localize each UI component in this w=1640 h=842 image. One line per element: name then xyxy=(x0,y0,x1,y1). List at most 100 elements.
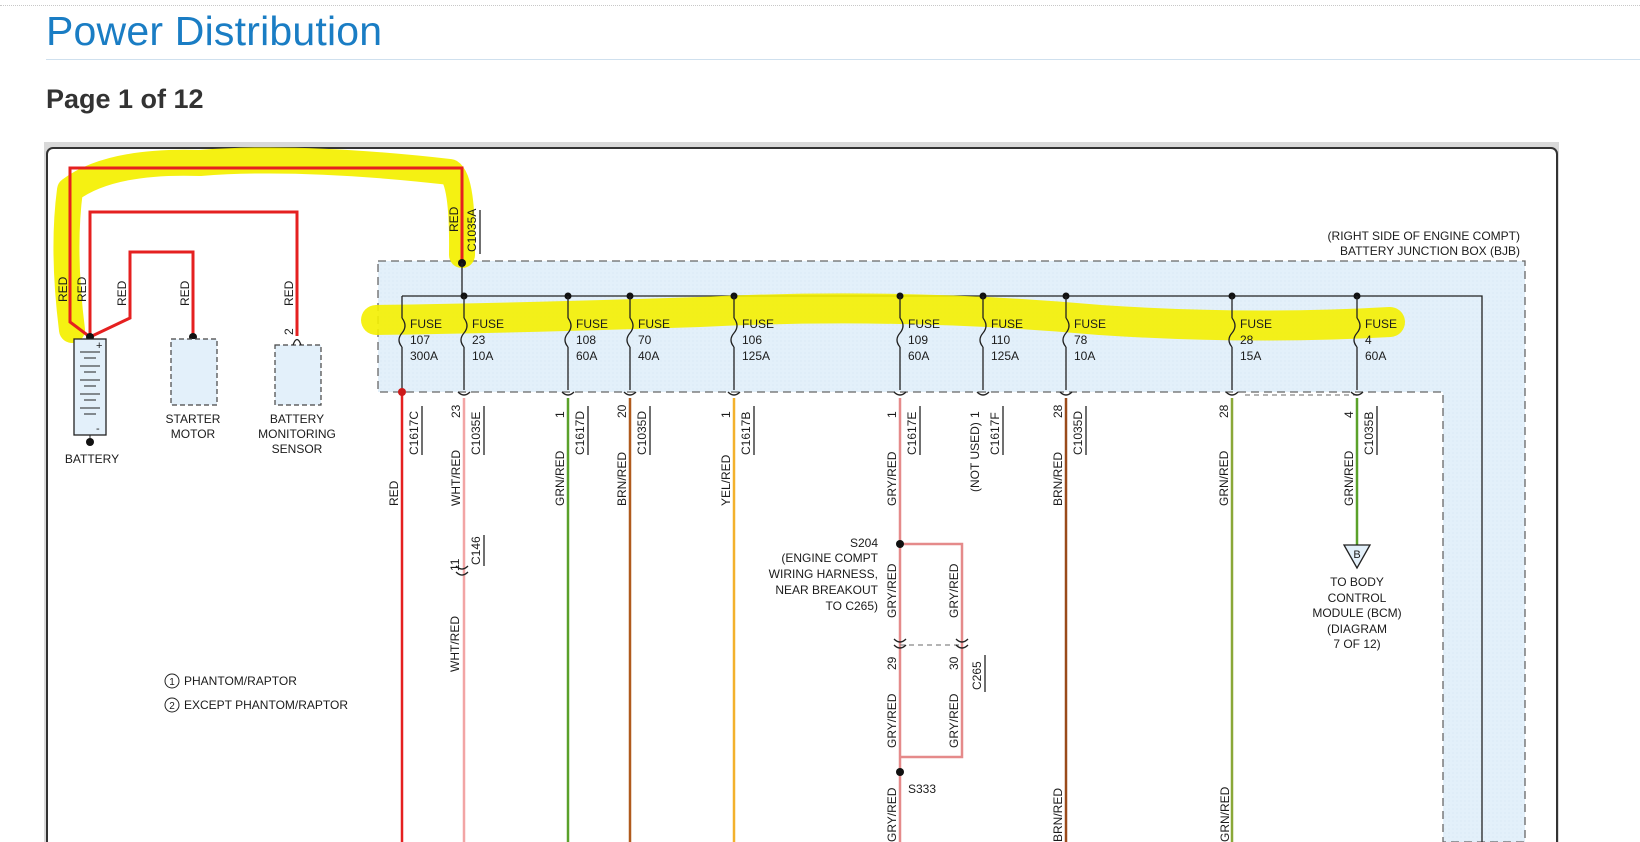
connector-name: C1035B xyxy=(1362,412,1376,455)
battery-ground-node xyxy=(86,438,94,446)
bcm-text: MODULE (BCM) xyxy=(1312,606,1401,620)
wiring-diagram: (RIGHT SIDE OF ENGINE COMPT) BATTERY JUN… xyxy=(46,147,1558,842)
s333-wire-label: GRY/RED xyxy=(885,787,899,842)
battery-symbol xyxy=(73,338,107,436)
splice-s333-node xyxy=(896,768,904,776)
highlight-fuse-row xyxy=(361,293,1405,341)
lower-wire-label: BRN/RED xyxy=(1051,788,1065,842)
fuse-rating: 60A xyxy=(908,349,929,363)
bcm-text: TO BODY xyxy=(1330,575,1384,589)
fuse-rating: 300A xyxy=(410,349,438,363)
fuse-rating: 125A xyxy=(742,349,770,363)
starter-motor-label: STARTER xyxy=(166,412,221,426)
wire-color-label: GRN/RED xyxy=(1217,450,1231,506)
connector-name: C1617B xyxy=(739,412,753,455)
wire-label-red: RED xyxy=(115,280,129,306)
feed-wire-label: RED xyxy=(447,206,461,232)
wire-color-label: BRN/RED xyxy=(615,452,629,506)
battery-minus-icon: - xyxy=(96,423,100,435)
fuse-number: 108 xyxy=(576,333,596,347)
fuse-number: 70 xyxy=(638,333,652,347)
wire-color-label: (NOT USED) xyxy=(968,422,982,492)
fuse-rating: 40A xyxy=(638,349,659,363)
wire-color-label: GRN/RED xyxy=(1342,450,1356,506)
connector-pin: 1 xyxy=(885,411,899,418)
legend-num: 2 xyxy=(169,701,175,712)
feed-connector-label: C1035A xyxy=(465,209,479,252)
s333-label: S333 xyxy=(908,782,936,796)
connector-name: C1617E xyxy=(905,412,919,455)
battery-monitoring-sensor-symbol xyxy=(274,344,322,406)
c265-pin-right: 30 xyxy=(947,656,961,670)
connector-node xyxy=(398,388,406,396)
connector-pin: 1 xyxy=(719,411,733,418)
starter-motor-label: MOTOR xyxy=(171,427,216,441)
bcm-text: CONTROL xyxy=(1328,591,1387,605)
connector-pin: 1 xyxy=(553,411,567,418)
fuse-label: FUSE xyxy=(576,317,608,331)
fuse-rating: 60A xyxy=(576,349,597,363)
fuse-number: 23 xyxy=(472,333,486,347)
fuse-number: 110 xyxy=(991,333,1010,347)
wire-color-label: RED xyxy=(387,480,401,506)
s204-label: S204 xyxy=(850,536,878,550)
s204-wire-right-label: GRY/RED xyxy=(947,563,961,618)
connector-name: C1617F xyxy=(988,412,1002,455)
c146-name-label: C146 xyxy=(469,536,483,565)
bcm-reference-letter: B xyxy=(1353,549,1360,561)
sensor-label: BATTERY xyxy=(270,412,324,426)
wire-label-red: RED xyxy=(75,276,89,302)
battery-label: BATTERY xyxy=(65,452,119,466)
fuse-label: FUSE xyxy=(1365,317,1397,331)
fuse-rating: 10A xyxy=(1074,349,1095,363)
legend-num: 1 xyxy=(169,677,175,688)
fuse-number: 4 xyxy=(1365,333,1372,347)
wire-color-label: YEL/RED xyxy=(719,454,733,506)
sensor-label: MONITORING xyxy=(258,427,336,441)
s204-desc: WIRING HARNESS, xyxy=(769,567,878,581)
fuse-label: FUSE xyxy=(472,317,504,331)
battery-plus-icon: + xyxy=(96,340,102,352)
bcm-text: (DIAGRAM xyxy=(1327,622,1387,636)
s204-wire-left-label: GRY/RED xyxy=(885,563,899,618)
connector-name: C1035D xyxy=(1071,411,1085,455)
fuse-rating: 10A xyxy=(472,349,493,363)
fuse-number: 107 xyxy=(410,333,430,347)
fuse-label: FUSE xyxy=(991,317,1023,331)
connector-name: C1035E xyxy=(469,412,483,455)
starter-motor-symbol xyxy=(170,338,218,406)
fuse-number: 109 xyxy=(908,333,928,347)
fuse-rating: 60A xyxy=(1365,349,1386,363)
bjb-location-label: (RIGHT SIDE OF ENGINE COMPT) xyxy=(1328,229,1520,243)
wire-label-red: RED xyxy=(282,280,296,306)
c265-name-label: C265 xyxy=(970,661,984,690)
s204-desc: NEAR BREAKOUT xyxy=(775,583,878,597)
splice-s204-node xyxy=(896,540,904,548)
fuse-label: FUSE xyxy=(742,317,774,331)
sensor-pin-label: 2 xyxy=(282,328,296,335)
fuse-label: FUSE xyxy=(908,317,940,331)
wire-color-label: WHT/RED xyxy=(449,450,463,506)
c265-wire-left-below: GRY/RED xyxy=(885,693,899,748)
wire-color-label: BRN/RED xyxy=(1051,452,1065,506)
fuse-rating: 125A xyxy=(991,349,1019,363)
s204-desc: TO C265) xyxy=(826,599,878,613)
legend-text: EXCEPT PHANTOM/RAPTOR xyxy=(184,698,348,712)
fuse-number: 28 xyxy=(1240,333,1254,347)
connector-name: C1617C xyxy=(407,411,421,455)
c265-pin-left: 29 xyxy=(885,656,899,670)
legend-text: PHANTOM/RAPTOR xyxy=(184,674,297,688)
c265-wire-right-below: GRY/RED xyxy=(947,693,961,748)
s204-desc: (ENGINE COMPT xyxy=(781,551,878,565)
fuse-label: FUSE xyxy=(1074,317,1106,331)
connector-pin: 1 xyxy=(968,411,982,418)
connector-name: C1035D xyxy=(635,411,649,455)
wire-color-label: GRN/RED xyxy=(553,450,567,506)
lower-wire-label: GRN/RED xyxy=(1218,786,1232,842)
wire-label-red: RED xyxy=(56,276,70,302)
fuse-number: 78 xyxy=(1074,333,1088,347)
connector-pin: 4 xyxy=(1342,411,1356,418)
fuse-label: FUSE xyxy=(410,317,442,331)
bcm-text: 7 OF 12) xyxy=(1333,637,1380,651)
fuse-label: FUSE xyxy=(1240,317,1272,331)
